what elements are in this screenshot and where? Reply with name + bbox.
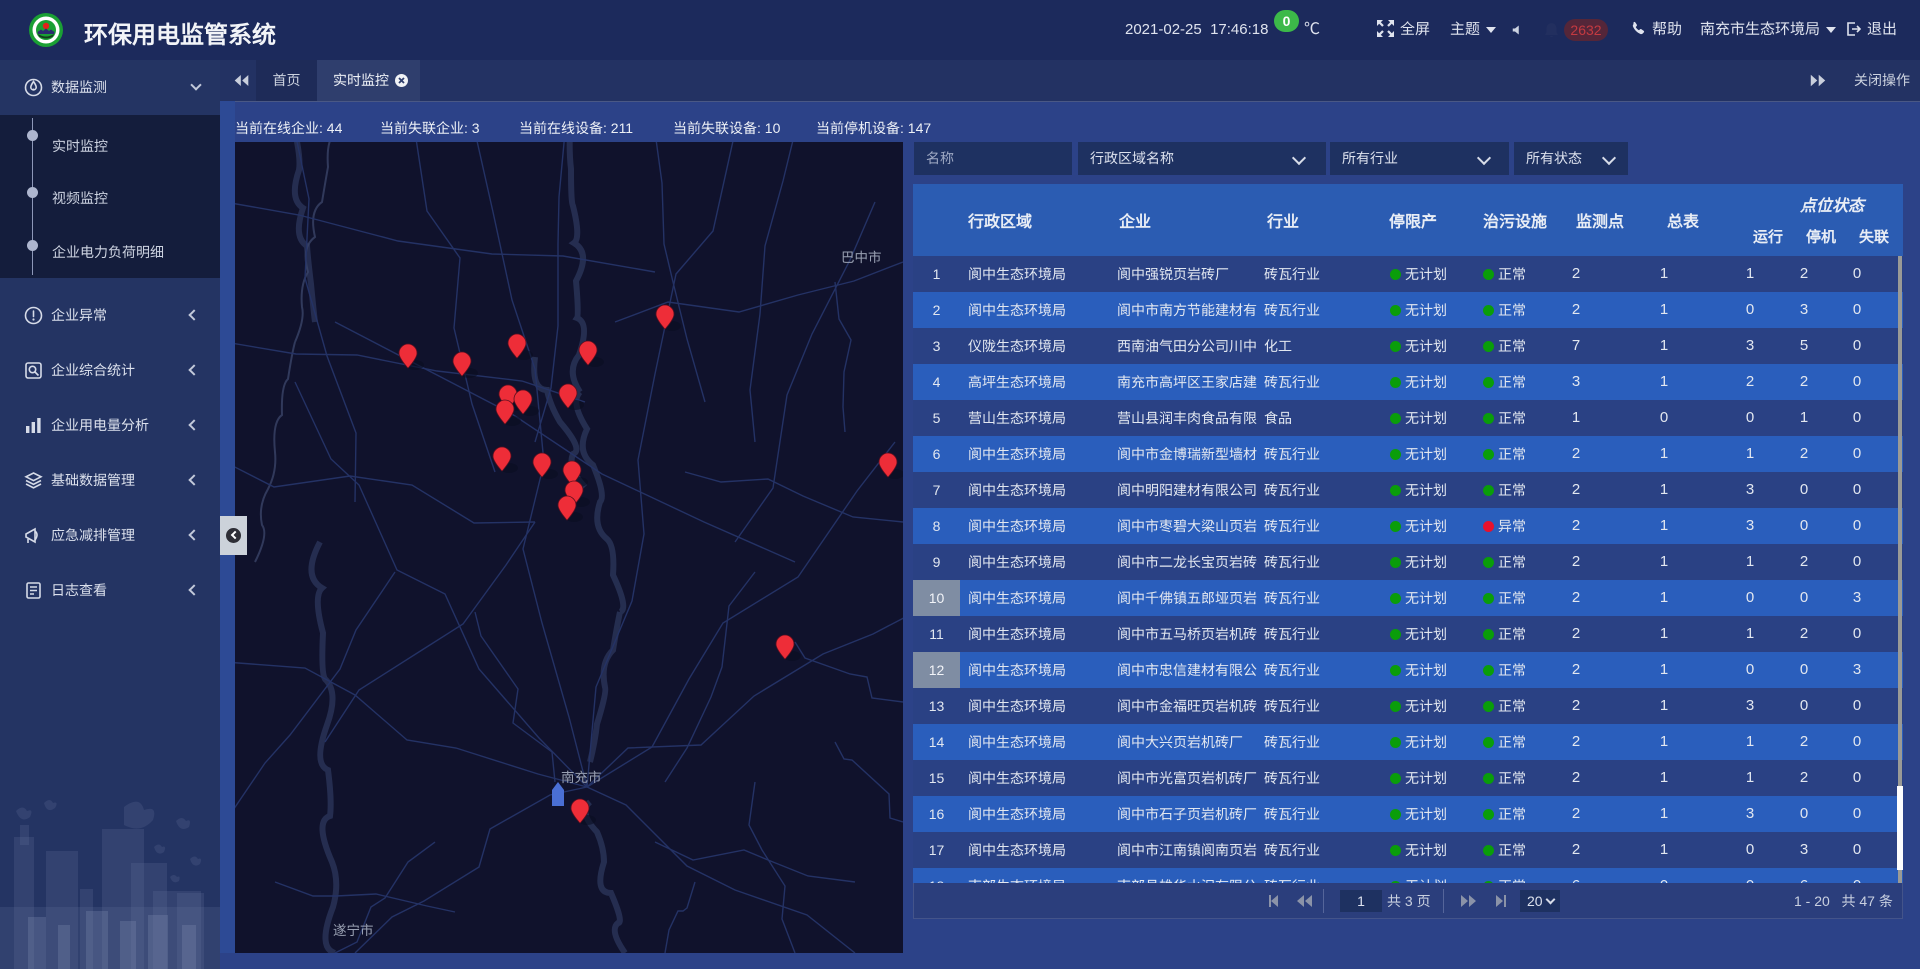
svg-text:遂宁市: 遂宁市 (333, 923, 374, 938)
svg-text:南充市: 南充市 (561, 770, 602, 785)
svg-text:巴中市: 巴中市 (841, 250, 882, 265)
